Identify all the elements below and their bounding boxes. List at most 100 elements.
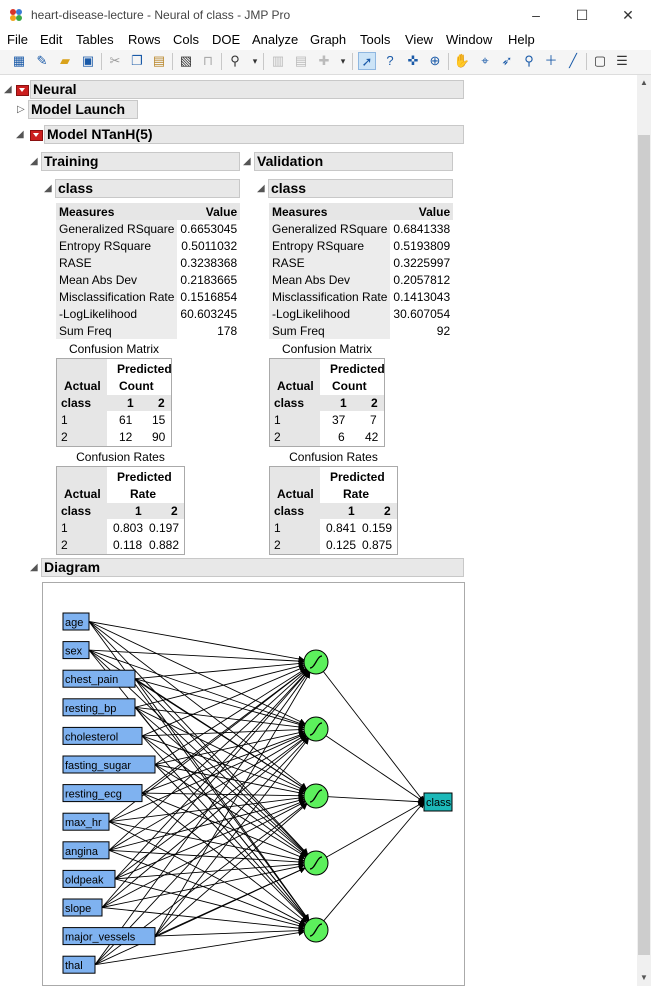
search-icon[interactable]: ⚲: [226, 52, 244, 70]
scroll-up-icon[interactable]: ▲: [637, 75, 651, 91]
measure-name: Generalized RSquare: [56, 220, 178, 237]
arrow-tool-icon[interactable]: ➚: [358, 52, 376, 70]
open-folder-icon[interactable]: ▰: [56, 52, 74, 70]
neural-header[interactable]: Neural: [30, 80, 464, 99]
toolbar-separator: [448, 53, 449, 70]
menu-help[interactable]: Help: [508, 32, 535, 47]
value-header: Value: [390, 203, 454, 220]
model-hotspot-icon[interactable]: [30, 130, 43, 141]
menu-file[interactable]: File: [7, 32, 28, 47]
hand-tool-icon[interactable]: ✋: [453, 52, 471, 70]
input-node-resting_ecg: resting_ecg: [62, 784, 143, 803]
value-header: Value: [177, 203, 241, 220]
table-icon[interactable]: ▥: [269, 52, 287, 70]
measure-name: Mean Abs Dev: [56, 271, 178, 288]
measure-value: 0.6841338: [393, 221, 451, 236]
matrix-cell: 12: [119, 430, 133, 444]
menu-analyze[interactable]: Analyze: [252, 32, 298, 47]
measure-value: 0.1413043: [393, 289, 451, 304]
validation-header[interactable]: Validation: [254, 152, 453, 171]
input-node-fasting_sugar: fasting_sugar: [62, 755, 156, 774]
add-rows-icon[interactable]: ✚: [315, 52, 333, 70]
menu-window[interactable]: Window: [446, 32, 492, 47]
rows-dropdown-icon[interactable]: ▾: [334, 52, 352, 70]
hidden-output-edge: [325, 735, 425, 803]
menu-rows[interactable]: Rows: [128, 32, 161, 47]
input-hidden-edge: [88, 621, 305, 662]
collapse-training-icon[interactable]: ◢: [30, 156, 38, 167]
lasso-tool-icon[interactable]: ➶: [498, 52, 516, 70]
neural-hotspot-icon[interactable]: [16, 85, 29, 96]
hidden-node-tanh: [303, 917, 329, 943]
class-label: class: [61, 396, 92, 410]
diagram-header[interactable]: Diagram: [41, 558, 464, 577]
training-class-header[interactable]: class: [55, 179, 240, 198]
report-window: ◢ Neural ▷ Model Launch ◢ Model NTanH(5)…: [0, 75, 637, 986]
collapse-training-class-icon[interactable]: ◢: [44, 183, 52, 194]
input-hidden-edge: [108, 821, 306, 925]
hidden-node-tanh: [303, 850, 329, 876]
copy-icon[interactable]: ❐: [128, 52, 146, 70]
table-row: Sum Freq 178: [56, 322, 240, 339]
menu-tables[interactable]: Tables: [76, 32, 114, 47]
lock-icon[interactable]: ⊓: [199, 52, 217, 70]
vertical-scrollbar[interactable]: ▲ ▼: [637, 75, 651, 986]
plus-tool-icon[interactable]: ＋: [542, 52, 560, 70]
neural-net-diagram: age sex chest_pain resting_bp cholesterol fas…: [42, 582, 465, 986]
class-label: class: [274, 396, 305, 410]
new-script-icon[interactable]: ✎: [33, 52, 51, 70]
annotate-tool-icon[interactable]: ▢: [591, 52, 609, 70]
minimize-button[interactable]: –: [513, 0, 559, 30]
measure-name: Mean Abs Dev: [269, 271, 391, 288]
input-node-angina: angina: [62, 841, 110, 860]
collapse-validation-class-icon[interactable]: ◢: [257, 183, 265, 194]
toolbar-overflow-icon[interactable]: ☰: [613, 52, 631, 70]
actual-label: Actual: [277, 487, 314, 501]
menu-tools[interactable]: Tools: [360, 32, 390, 47]
collapse-neural-icon[interactable]: ◢: [4, 84, 12, 95]
cut-icon[interactable]: ✂: [106, 52, 124, 70]
menu-graph[interactable]: Graph: [310, 32, 346, 47]
model-header[interactable]: Model NTanH(5): [44, 125, 464, 144]
line-tool-icon[interactable]: ╱: [564, 52, 582, 70]
brush-tool-icon[interactable]: ⌖: [476, 52, 494, 70]
collapse-validation-icon[interactable]: ◢: [243, 156, 251, 167]
menu-doe[interactable]: DOE: [212, 32, 240, 47]
magnifier-tool-icon[interactable]: ⚲: [520, 52, 538, 70]
model-launch-header[interactable]: Model Launch: [28, 100, 138, 119]
measure-value: 0.3225997: [393, 255, 451, 270]
column-label: 2: [371, 396, 378, 410]
selection-tool-icon[interactable]: ✜: [404, 52, 422, 70]
column-label: 1: [340, 396, 347, 410]
journal-icon[interactable]: ▧: [177, 52, 195, 70]
matrix-cell: 6: [338, 430, 345, 444]
training-header[interactable]: Training: [41, 152, 240, 171]
collapse-model-icon[interactable]: ◢: [16, 129, 24, 140]
measure-name: RASE: [56, 254, 178, 271]
input-hidden-edge: [108, 849, 305, 866]
paste-icon[interactable]: ▤: [150, 52, 168, 70]
measure-value: 0.2183665: [180, 272, 238, 287]
input-node-label: max_hr: [65, 817, 102, 829]
save-icon[interactable]: ▣: [79, 52, 97, 70]
validation-class-header[interactable]: class: [268, 179, 453, 198]
jmp-app-icon: [10, 9, 22, 21]
expand-model-launch-icon[interactable]: ▷: [17, 104, 25, 115]
input-node-label: oldpeak: [65, 874, 104, 886]
maximize-button[interactable]: ☐: [559, 0, 605, 30]
matrix-cell: 7: [370, 413, 377, 427]
columns-icon[interactable]: ▤: [292, 52, 310, 70]
help-tool-icon[interactable]: ?: [381, 52, 399, 70]
scroll-down-icon[interactable]: ▼: [637, 970, 651, 986]
menu-edit[interactable]: Edit: [40, 32, 62, 47]
search-dropdown-icon[interactable]: ▾: [246, 52, 264, 70]
predicted-label: Predicted: [117, 470, 172, 484]
collapse-diagram-icon[interactable]: ◢: [30, 562, 38, 573]
close-button[interactable]: ✕: [605, 0, 651, 30]
menu-cols[interactable]: Cols: [173, 32, 199, 47]
crosshair-tool-icon[interactable]: ⊕: [426, 52, 444, 70]
menu-view[interactable]: View: [405, 32, 433, 47]
scrollbar-thumb[interactable]: [638, 135, 650, 955]
input-node-label: resting_bp: [65, 703, 116, 715]
new-data-table-icon[interactable]: ▦: [10, 52, 28, 70]
